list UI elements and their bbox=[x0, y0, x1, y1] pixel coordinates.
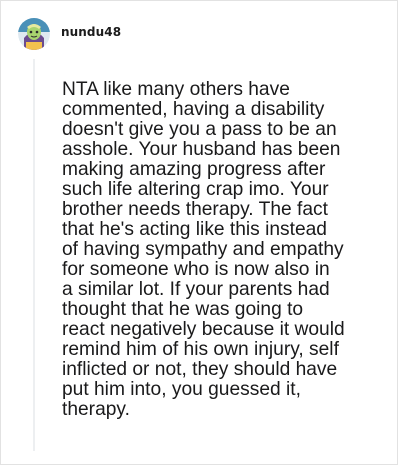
comment-line: brother needs therapy. The fact bbox=[62, 199, 328, 220]
comment-line: NTA like many others have bbox=[62, 79, 290, 100]
comment-body: NTA like many others have commented, hav… bbox=[62, 80, 392, 420]
comment-line: inflicted or not, they should have bbox=[62, 359, 338, 380]
comment-line: therapy. bbox=[62, 399, 130, 420]
comment-card: nundu48 NTA like many others have commen… bbox=[0, 0, 398, 465]
user-avatar-icon[interactable] bbox=[18, 18, 50, 50]
thread-collapse-line[interactable] bbox=[33, 59, 35, 451]
username-link[interactable]: nundu48 bbox=[61, 25, 121, 39]
comment-line: commented, having a disability bbox=[62, 99, 325, 120]
comment-line: doesn't give you a pass to be an bbox=[62, 119, 337, 140]
comment-line: react negatively because it would bbox=[62, 319, 345, 340]
comment-line: thought that he was going to bbox=[62, 299, 304, 320]
comment-line: for someone who is now also in bbox=[62, 259, 330, 280]
comment-line: put him into, you guessed it, bbox=[62, 379, 301, 400]
comment-line: such life altering crap imo. Your bbox=[62, 179, 329, 200]
comment-line: of having sympathy and empathy bbox=[62, 239, 344, 260]
comment-line: that he's acting like this instead bbox=[62, 219, 327, 240]
comment-line: remind him of his own injury, self bbox=[62, 339, 339, 360]
comment-header: nundu48 bbox=[18, 18, 121, 50]
comment-line: making amazing progress after bbox=[62, 159, 326, 180]
comment-line: asshole. Your husband has been bbox=[62, 139, 341, 160]
comment-line: a similar lot. If your parents had bbox=[62, 279, 330, 300]
